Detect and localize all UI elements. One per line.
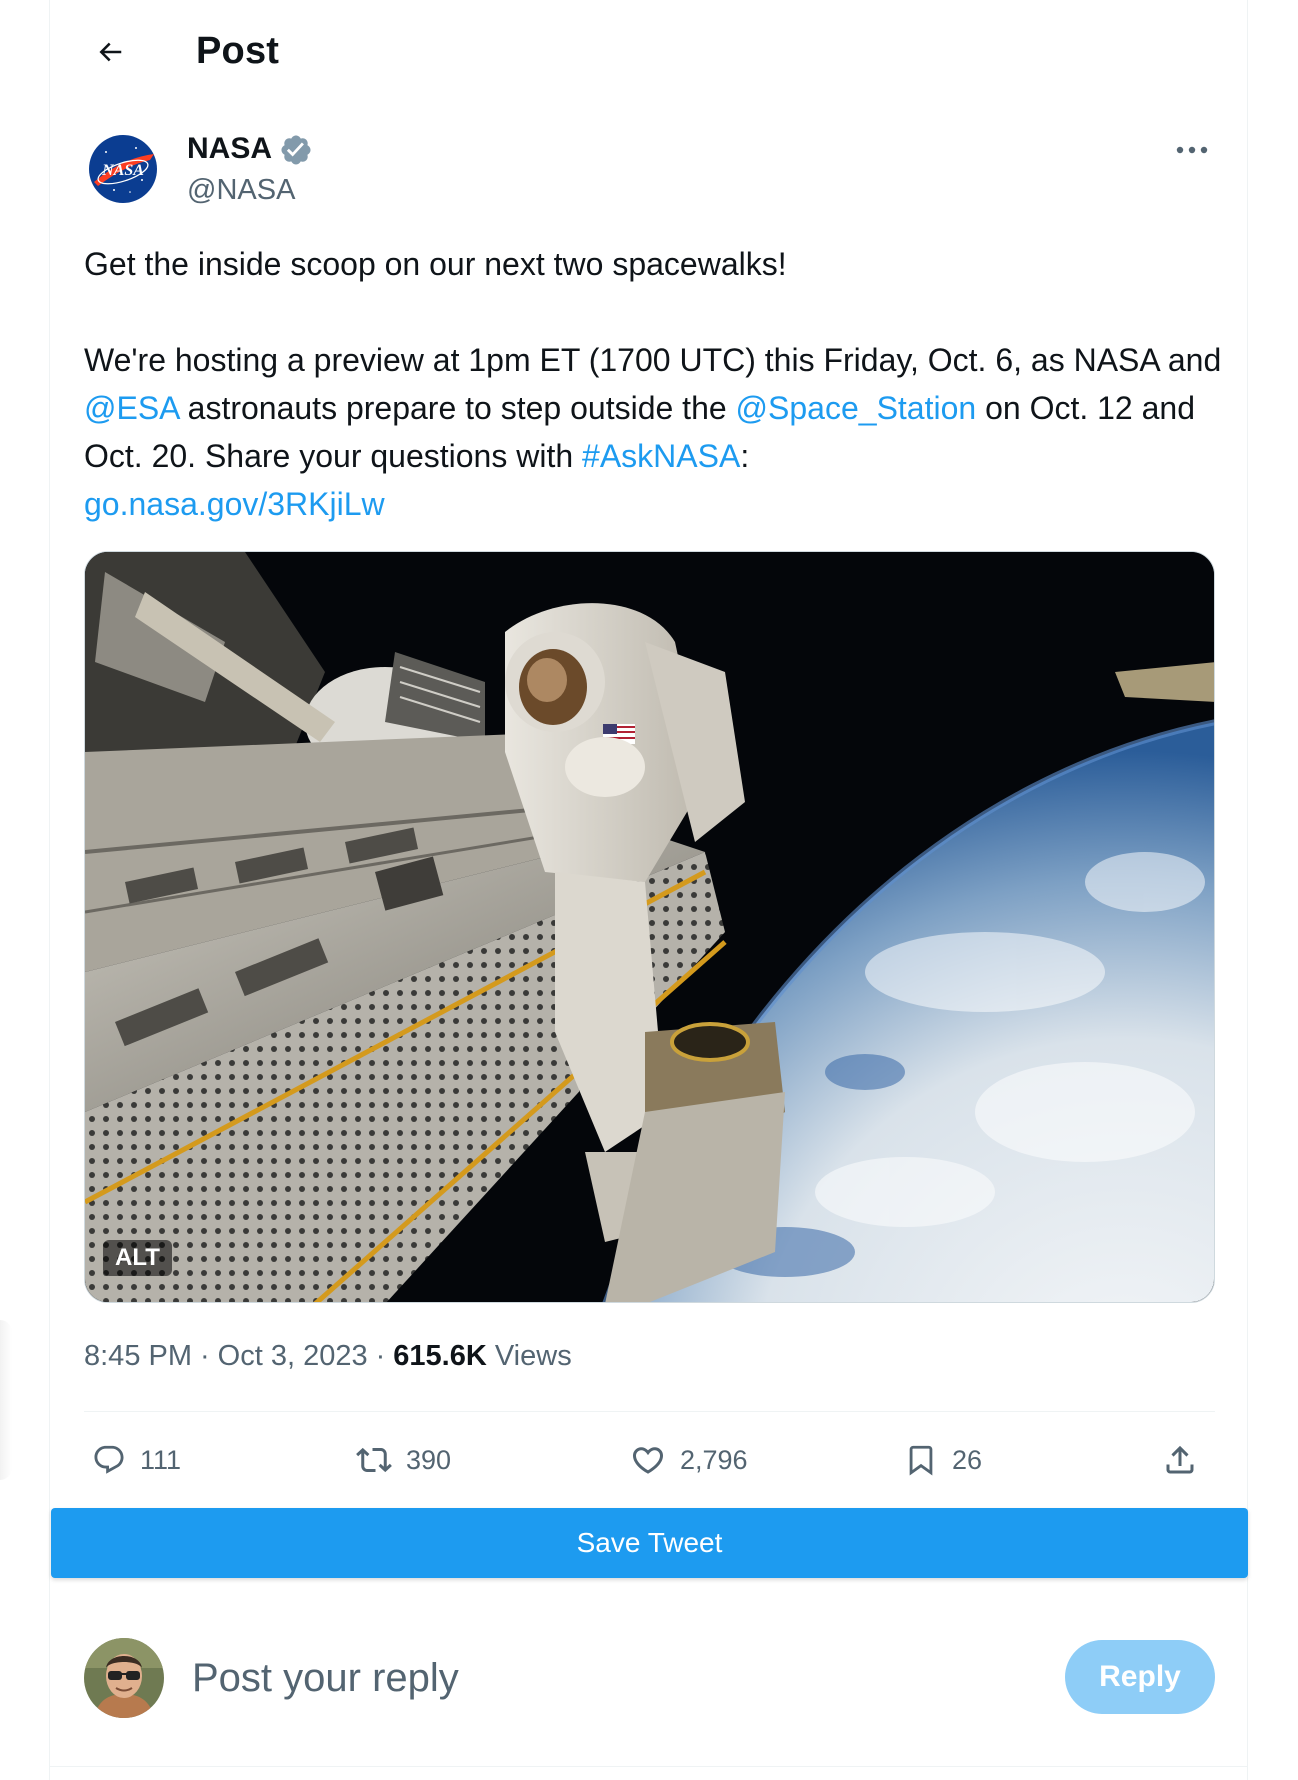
reply-button[interactable]: Reply: [1065, 1640, 1215, 1714]
like-action-button[interactable]: 2,796: [630, 1430, 748, 1490]
tweet-text-segment: :: [740, 438, 750, 474]
author-handle[interactable]: @NASA: [187, 174, 295, 207]
share-action-button[interactable]: [1162, 1430, 1198, 1490]
tweet-text-segment: We're hosting a preview at 1pm ET (1700 …: [84, 342, 1222, 378]
tweet-text-segment: astronauts prepare to step outside the: [178, 390, 736, 426]
divider: [50, 1766, 1247, 1767]
more-horizontal-icon: [1176, 146, 1208, 154]
verified-badge-icon[interactable]: [279, 133, 313, 167]
reply-count: 111: [140, 1444, 182, 1475]
back-button[interactable]: [82, 24, 138, 80]
like-count: 2,796: [680, 1444, 748, 1475]
tweet-time[interactable]: 8:45 PM: [84, 1340, 192, 1372]
tweet-actions: 111 390 2,796 26: [84, 1430, 1224, 1490]
retweet-count: 390: [406, 1444, 452, 1475]
tweet-date[interactable]: Oct 3, 2023: [218, 1340, 368, 1372]
share-icon: [1166, 1445, 1194, 1474]
spacewalk-photo-image: [85, 552, 1214, 1302]
meta-separator: ·: [375, 1340, 386, 1372]
meta-separator: ·: [200, 1340, 210, 1372]
tweet-text: Get the inside scoop on our next two spa…: [84, 240, 1224, 528]
save-tweet-button[interactable]: Save Tweet: [51, 1508, 1248, 1578]
page-title: Post: [196, 30, 280, 72]
tweet-meta: 8:45 PM · Oct 3, 2023 · 615.6K Views: [84, 1340, 572, 1373]
bookmark-icon: [909, 1445, 933, 1476]
tweet-paragraph-2: We're hosting a preview at 1pm ET (1700 …: [84, 336, 1224, 528]
heart-icon: [632, 1447, 664, 1474]
divider: [84, 1411, 1215, 1412]
bookmark-count: 26: [952, 1444, 983, 1475]
tweet-line-1: Get the inside scoop on our next two spa…: [84, 246, 787, 282]
bookmark-action-button[interactable]: 26: [904, 1430, 982, 1490]
views-count[interactable]: 615.6K: [393, 1340, 487, 1372]
mention-esa-link[interactable]: @ESA: [84, 390, 179, 426]
page-header: Post: [50, 0, 1247, 105]
more-options-button[interactable]: [1166, 128, 1218, 172]
reply-action-button[interactable]: 111: [92, 1430, 181, 1490]
user-avatar[interactable]: [84, 1638, 164, 1718]
hashtag-asknasa-link[interactable]: #AskNASA: [582, 438, 740, 474]
reply-input[interactable]: [192, 1648, 892, 1708]
tweet-photo[interactable]: ALT: [84, 551, 1215, 1303]
retweet-icon: [356, 1447, 392, 1473]
nasa-logo-icon: NASA: [89, 135, 157, 203]
post-column: Post NASA NASA @NASA Get the inside scoo…: [49, 0, 1248, 1780]
left-edge-shadow: [0, 1320, 12, 1480]
author-name[interactable]: NASA: [187, 132, 272, 166]
arrow-left-icon: [99, 42, 122, 62]
external-url-link[interactable]: go.nasa.gov/3RKjiLw: [84, 486, 385, 522]
user-avatar-image: [84, 1638, 164, 1718]
svg-text:NASA: NASA: [101, 162, 144, 179]
alt-text-badge[interactable]: ALT: [103, 1240, 172, 1276]
retweet-action-button[interactable]: 390: [356, 1430, 451, 1490]
reply-icon: [94, 1445, 124, 1474]
mention-space-station-link[interactable]: @Space_Station: [736, 390, 977, 426]
author-avatar[interactable]: NASA: [84, 130, 162, 208]
views-label: Views: [494, 1340, 572, 1372]
